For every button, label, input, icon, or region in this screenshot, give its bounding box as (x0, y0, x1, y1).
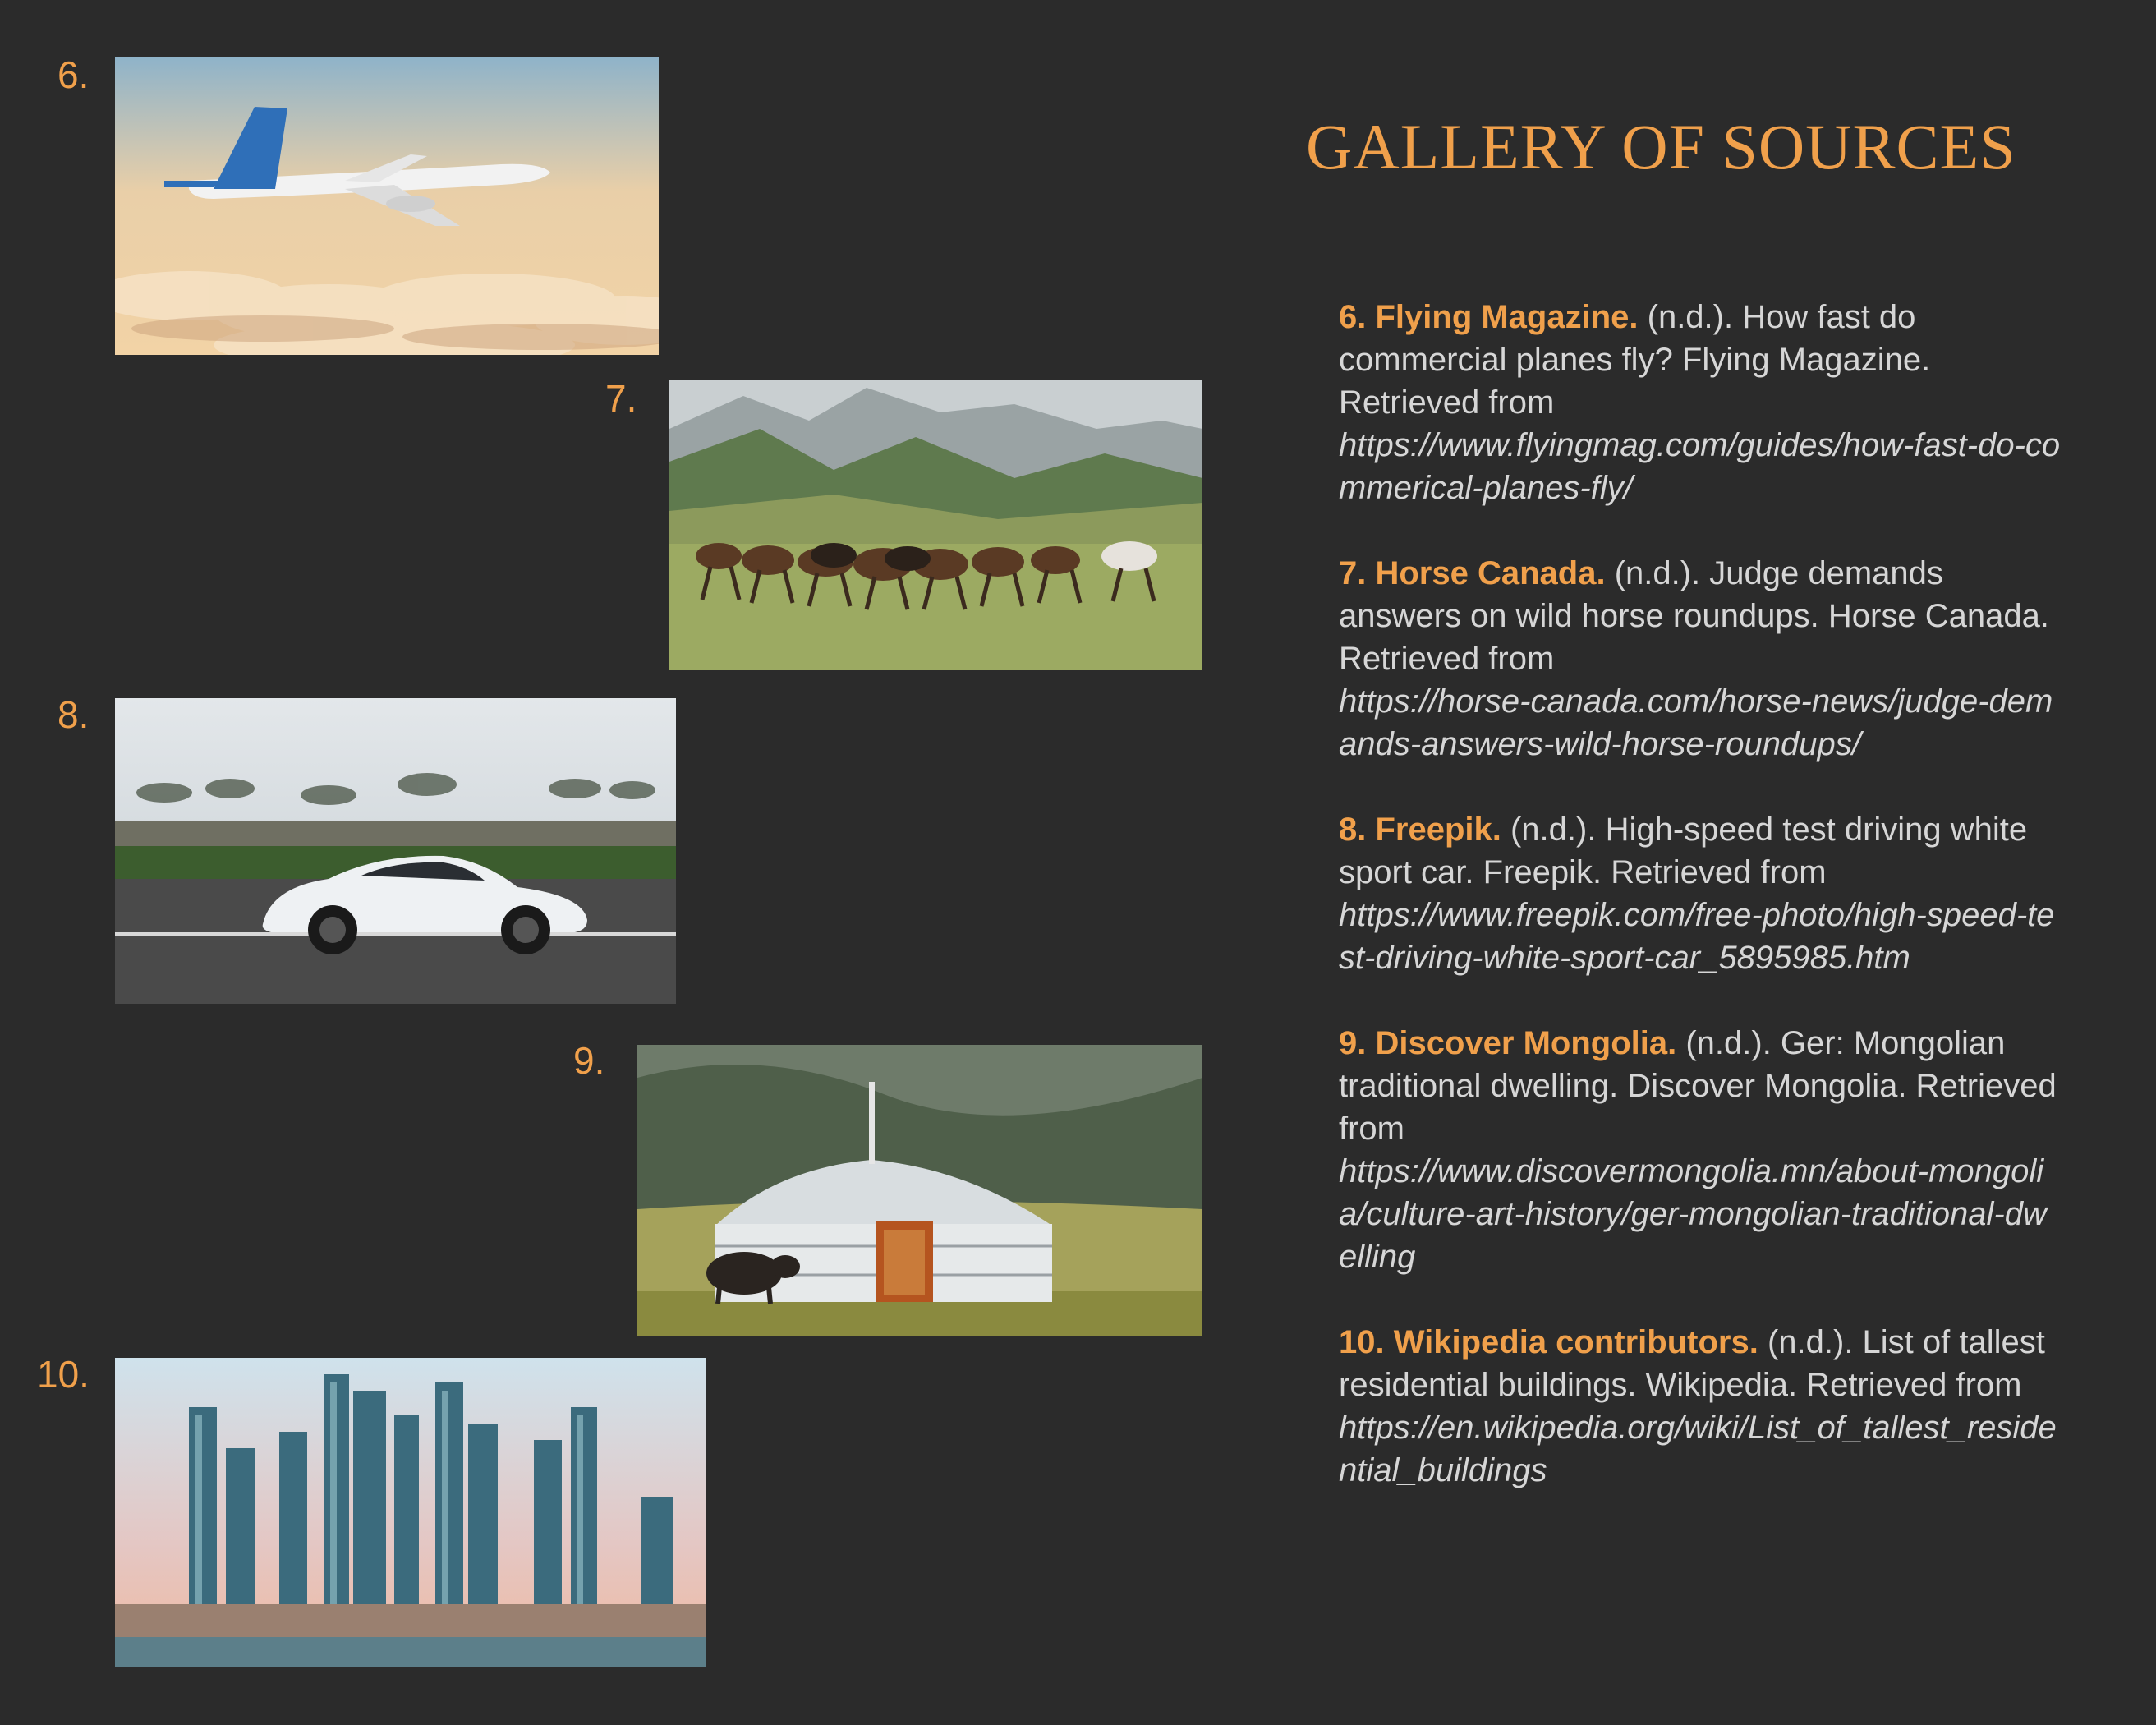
reference-url[interactable]: https://www.discovermongolia.mn/about-mo… (1339, 1150, 2062, 1278)
reference-source: 9. Discover Mongolia. (1339, 1025, 1677, 1061)
image-number-7: 7. (605, 377, 637, 420)
reference-item-8: 8. Freepik. (n.d.). High-speed test driv… (1339, 808, 2062, 979)
reference-source: 7. Horse Canada. (1339, 555, 1606, 591)
reference-item-7: 7. Horse Canada. (n.d.). Judge demands a… (1339, 552, 2062, 766)
reference-item-9: 9. Discover Mongolia. (n.d.). Ger: Mongo… (1339, 1022, 2062, 1278)
reference-source: 6. Flying Magazine. (1339, 299, 1639, 335)
page-title: GALLERY OF SOURCES (1306, 111, 2016, 182)
skyline-photo (115, 1358, 706, 1667)
reference-url[interactable]: https://en.wikipedia.org/wiki/List_of_ta… (1339, 1406, 2062, 1492)
horses-photo (669, 380, 1202, 670)
reference-url[interactable]: https://horse-canada.com/horse-news/judg… (1339, 680, 2062, 766)
airplane-photo (115, 58, 659, 355)
reference-source: 8. Freepik. (1339, 812, 1501, 848)
image-number-6: 6. (57, 53, 90, 96)
reference-url[interactable]: https://www.freepik.com/free-photo/high-… (1339, 894, 2062, 979)
reference-item-10: 10. Wikipedia contributors. (n.d.). List… (1339, 1321, 2062, 1492)
ger-photo (637, 1045, 1202, 1336)
image-number-9: 9. (573, 1039, 605, 1082)
reference-item-6: 6. Flying Magazine. (n.d.). How fast do … (1339, 296, 2062, 509)
image-number-8: 8. (57, 693, 90, 736)
reference-list: 6. Flying Magazine. (n.d.). How fast do … (1339, 296, 2062, 1534)
reference-url[interactable]: https://www.flyingmag.com/guides/how-fas… (1339, 424, 2062, 509)
image-number-10: 10. (37, 1353, 90, 1396)
sports-car-photo (115, 698, 676, 1004)
reference-source: 10. Wikipedia contributors. (1339, 1324, 1758, 1360)
